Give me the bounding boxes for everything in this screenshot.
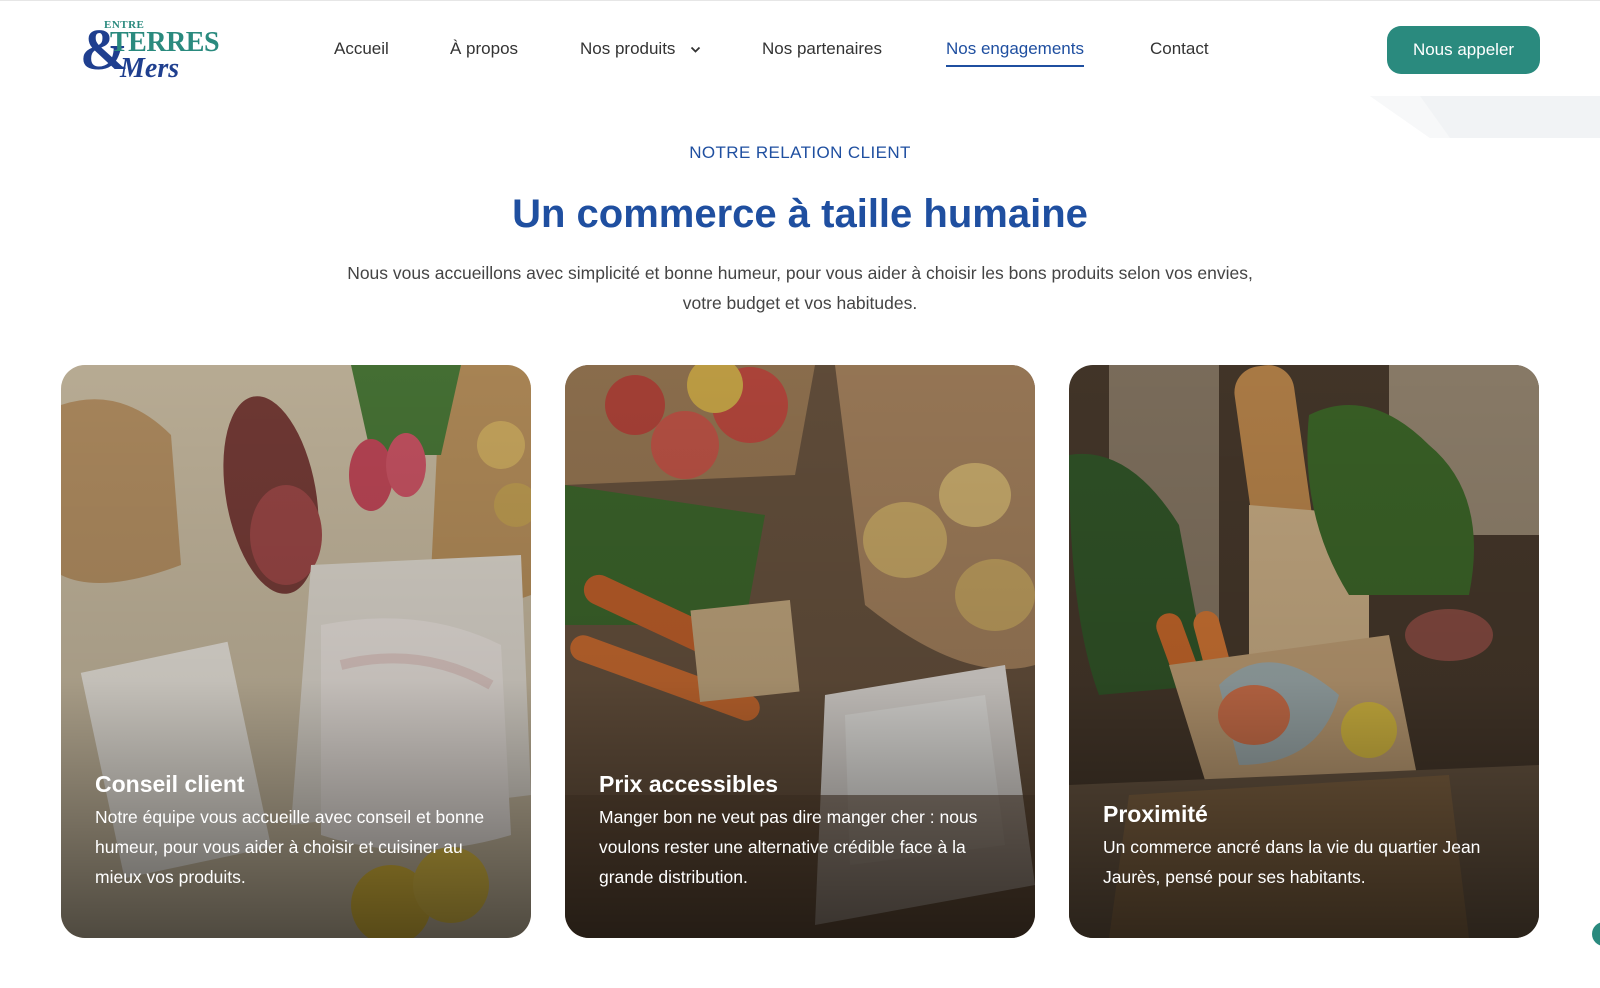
call-button[interactable]: Nous appeler	[1387, 26, 1540, 74]
header-decoration	[1370, 96, 1600, 138]
nav-item-a-propos[interactable]: À propos	[450, 39, 518, 59]
card-title: Proximité	[1103, 801, 1208, 827]
main-nav: Accueil À propos Nos produits Nos parten…	[0, 1, 1600, 97]
card-title: Prix accessibles	[599, 771, 779, 797]
site-header: ENTRE & TERRES Mers Accueil À propos Nos…	[0, 0, 1600, 96]
card-text: Proximité Un commerce ancré dans la vie …	[1103, 801, 1509, 892]
nav-item-nos-produits-label: Nos produits	[580, 39, 676, 58]
card-description: Manger bon ne veut pas dire manger cher …	[599, 807, 978, 887]
chevron-down-icon	[691, 46, 701, 53]
card-text: Conseil client Notre équipe vous accueil…	[95, 771, 501, 892]
nav-item-contact[interactable]: Contact	[1150, 39, 1209, 59]
card-title: Conseil client	[95, 771, 245, 797]
card-prix-accessibles: Prix accessibles Manger bon ne veut pas …	[565, 365, 1035, 938]
nav-item-nos-engagements[interactable]: Nos engagements	[946, 39, 1084, 67]
card-proximite: Proximité Un commerce ancré dans la vie …	[1069, 365, 1539, 938]
card-description: Un commerce ancré dans la vie du quartie…	[1103, 837, 1481, 887]
nav-item-nos-partenaires[interactable]: Nos partenaires	[762, 39, 882, 59]
section-eyebrow: NOTRE RELATION CLIENT	[689, 143, 911, 162]
section-title: Un commerce à taille humaine	[512, 192, 1088, 236]
card-description: Notre équipe vous accueille avec conseil…	[95, 807, 485, 887]
card-conseil-client: Conseil client Notre équipe vous accueil…	[61, 365, 531, 938]
nav-item-accueil[interactable]: Accueil	[334, 39, 389, 59]
section-intro: Nous vous accueillons avec simplicité et…	[347, 263, 1253, 313]
floating-action-button[interactable]	[1592, 922, 1600, 946]
nav-item-nos-produits[interactable]: Nos produits	[580, 39, 701, 59]
card-text: Prix accessibles Manger bon ne veut pas …	[599, 771, 1005, 892]
